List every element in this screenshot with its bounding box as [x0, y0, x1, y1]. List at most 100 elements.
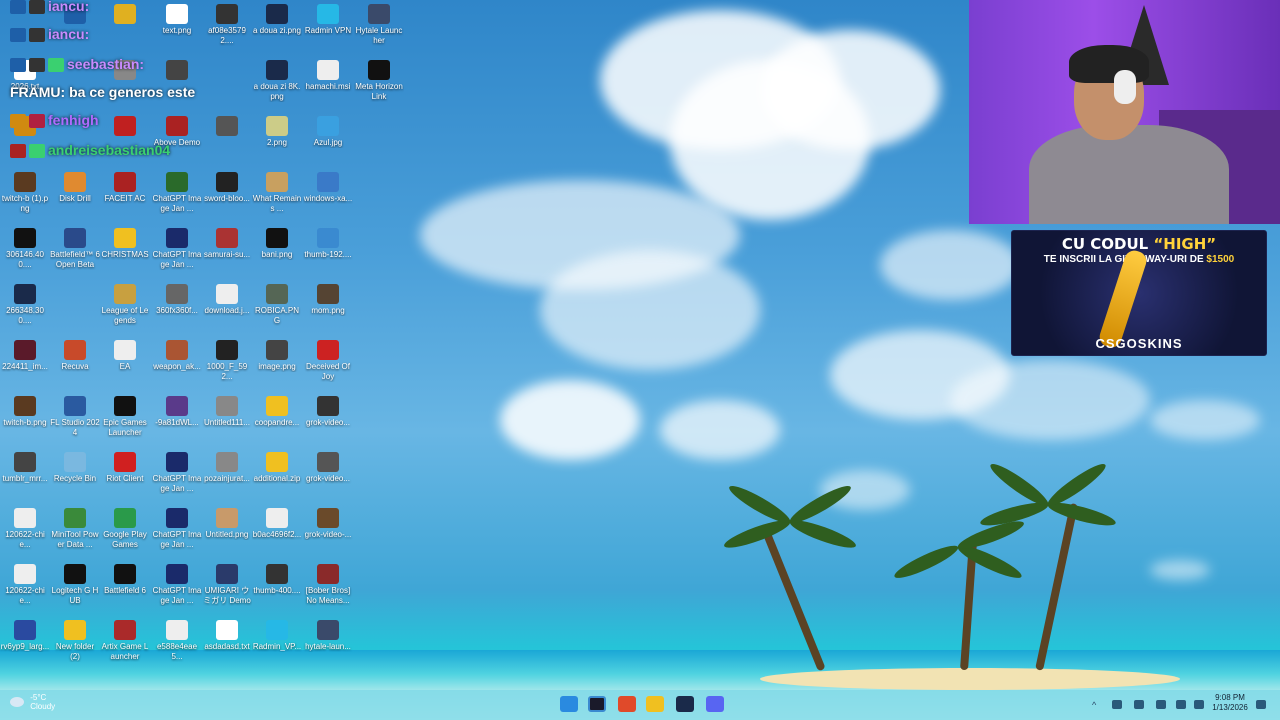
speaker-icon[interactable]: [1134, 700, 1144, 709]
desktop-icon[interactable]: weapon_ak...: [152, 340, 202, 372]
chat-username: iancu:: [48, 26, 90, 42]
task-view-icon[interactable]: [588, 696, 606, 712]
desktop-icon[interactable]: UMIGARI ウミガリ Demo: [202, 564, 252, 606]
desktop-icon[interactable]: Untitled111...: [202, 396, 252, 428]
desktop-icon[interactable]: Logitech G HUB: [50, 564, 100, 606]
desktop-icon[interactable]: 266348.300....: [0, 284, 50, 326]
desktop-icon[interactable]: rv6yp9_larg...: [0, 620, 50, 652]
desktop-icon[interactable]: sword-bloo...: [202, 172, 252, 204]
windows-start-icon[interactable]: [560, 696, 578, 712]
desktop-icon[interactable]: ChatGPT Image Jan ...: [152, 452, 202, 494]
desktop-icon[interactable]: MiniTool Power Data ...: [50, 508, 100, 550]
desktop-icon[interactable]: 120622-chie...: [0, 508, 50, 550]
desktop-icon[interactable]: 1000_F_592...: [202, 340, 252, 382]
desktop-icon[interactable]: 120622-chie...: [0, 564, 50, 606]
desktop-icon[interactable]: [202, 116, 252, 138]
desktop-icon[interactable]: New folder (2): [50, 620, 100, 662]
desktop-icon[interactable]: Radmin VPN: [303, 4, 353, 36]
desktop-icon[interactable]: Meta Horizon Link: [354, 60, 404, 102]
desktop-icon[interactable]: CHRISTMAS: [100, 228, 150, 260]
desktop-icon[interactable]: thumb-400....: [252, 564, 302, 596]
file-icon: [166, 620, 188, 640]
desktop-icon[interactable]: Recycle Bin: [50, 452, 100, 484]
desktop-icon[interactable]: tumblr_mrr...: [0, 452, 50, 484]
desktop-icon[interactable]: 360fx360f...: [152, 284, 202, 316]
volume-icon[interactable]: [1194, 700, 1204, 709]
desktop-icon[interactable]: twitch-b.png: [0, 396, 50, 428]
desktop-icon[interactable]: Battlefield 6: [100, 564, 150, 596]
desktop-icon-label: Google Play Games: [103, 530, 147, 549]
desktop-icon-label: 266348.300....: [6, 306, 44, 325]
desktop-icon[interactable]: a doua zi 8K.png: [252, 60, 302, 102]
desktop-icon[interactable]: 224411_im...: [0, 340, 50, 372]
desktop-icon[interactable]: pozainjurat...: [202, 452, 252, 484]
desktop-icon[interactable]: 306146.400....: [0, 228, 50, 270]
desktop-icon[interactable]: Artix Game Launcher: [100, 620, 150, 662]
desktop-icon[interactable]: Disk Drill: [50, 172, 100, 204]
desktop-icon[interactable]: 2.png: [252, 116, 302, 148]
desktop-icon[interactable]: bani.png: [252, 228, 302, 260]
desktop-icon[interactable]: twitch-b (1).png: [0, 172, 50, 214]
desktop-icon[interactable]: Azul.jpg: [303, 116, 353, 148]
system-clock[interactable]: 9:08 PM 1/13/2026: [1208, 693, 1252, 713]
desktop-icon[interactable]: ChatGPT Image Jan ...: [152, 172, 202, 214]
subscriber-badge-icon: [10, 0, 26, 15]
desktop-icon[interactable]: ChatGPT Image Jan ...: [152, 564, 202, 606]
desktop-icon[interactable]: Untitled.png: [202, 508, 252, 540]
desktop-icon[interactable]: Epic Games Launcher: [100, 396, 150, 438]
network-icon[interactable]: [1112, 700, 1122, 709]
file-icon: [317, 564, 339, 584]
desktop-icon[interactable]: grok-video...: [303, 452, 353, 484]
desktop-icon[interactable]: b0ac4696f2...: [252, 508, 302, 540]
desktop-icon[interactable]: League of Legends: [100, 284, 150, 326]
desktop-icon[interactable]: coopandre...: [252, 396, 302, 428]
desktop-icon[interactable]: EA: [100, 340, 150, 372]
desktop-icon[interactable]: download.j...: [202, 284, 252, 316]
desktop-icon[interactable]: mom.png: [303, 284, 353, 316]
desktop-icon[interactable]: hamachi.msi: [303, 60, 353, 92]
desktop-icon[interactable]: [100, 116, 150, 138]
desktop-icon[interactable]: [Bober Bros] No Means...: [303, 564, 353, 606]
desktop-icon[interactable]: Recuva: [50, 340, 100, 372]
cloud-icon: [10, 697, 24, 707]
desktop-icon[interactable]: What Remains ...: [252, 172, 302, 214]
desktop-icon[interactable]: samurai-su...: [202, 228, 252, 260]
desktop-icon[interactable]: Hytale Launcher: [354, 4, 404, 46]
notification-icon[interactable]: [1256, 700, 1266, 709]
desktop-icon[interactable]: thumb-192....: [303, 228, 353, 260]
desktop-icon[interactable]: [152, 60, 202, 82]
desktop-icon[interactable]: FACEIT AC: [100, 172, 150, 204]
desktop-icon[interactable]: Battlefield™ 6 Open Beta: [50, 228, 100, 270]
desktop-icon[interactable]: Google Play Games: [100, 508, 150, 550]
desktop-icon[interactable]: ROBICA.PNG: [252, 284, 302, 326]
desktop-icon[interactable]: text.png: [152, 4, 202, 36]
desktop-icon[interactable]: hytale-laun...: [303, 620, 353, 652]
desktop-icon[interactable]: e588e4eae5...: [152, 620, 202, 662]
desktop-icon[interactable]: grok-video...: [303, 396, 353, 428]
weather-widget[interactable]: -5°C Cloudy: [10, 693, 55, 711]
desktop-icon[interactable]: ChatGPT Image Jan ...: [152, 508, 202, 550]
desktop-icon[interactable]: -9a81dWL...: [152, 396, 202, 428]
file-explorer-icon[interactable]: [646, 696, 664, 712]
desktop-icon-label: 2.png: [266, 138, 288, 147]
desktop-icon-label: 360fx360f...: [156, 306, 198, 315]
desktop-icon[interactable]: ChatGPT Image Jan ...: [152, 228, 202, 270]
desktop-icon[interactable]: additional.zip: [252, 452, 302, 484]
desktop-icon[interactable]: windows-xa...: [303, 172, 353, 204]
steam-icon[interactable]: [676, 696, 694, 712]
microphone-icon[interactable]: [1156, 700, 1166, 709]
desktop-icon[interactable]: [100, 4, 150, 26]
desktop-icon[interactable]: Deceived Of Joy: [303, 340, 353, 382]
desktop-icon[interactable]: a doua zi.png: [252, 4, 302, 36]
desktop-icon[interactable]: asdadasd.txt: [202, 620, 252, 652]
chevron-up-icon[interactable]: ^: [1092, 700, 1102, 710]
wifi-icon[interactable]: [1176, 700, 1186, 709]
desktop-icon[interactable]: FL Studio 2024: [50, 396, 100, 438]
desktop-icon[interactable]: image.png: [252, 340, 302, 372]
brave-browser-icon[interactable]: [618, 696, 636, 712]
desktop-icon[interactable]: Radmin_VP...: [252, 620, 302, 652]
discord-icon[interactable]: [706, 696, 724, 712]
desktop-icon[interactable]: Riot Client: [100, 452, 150, 484]
desktop-icon[interactable]: af08e35792....: [202, 4, 252, 46]
desktop-icon[interactable]: grok-video-...: [303, 508, 353, 540]
